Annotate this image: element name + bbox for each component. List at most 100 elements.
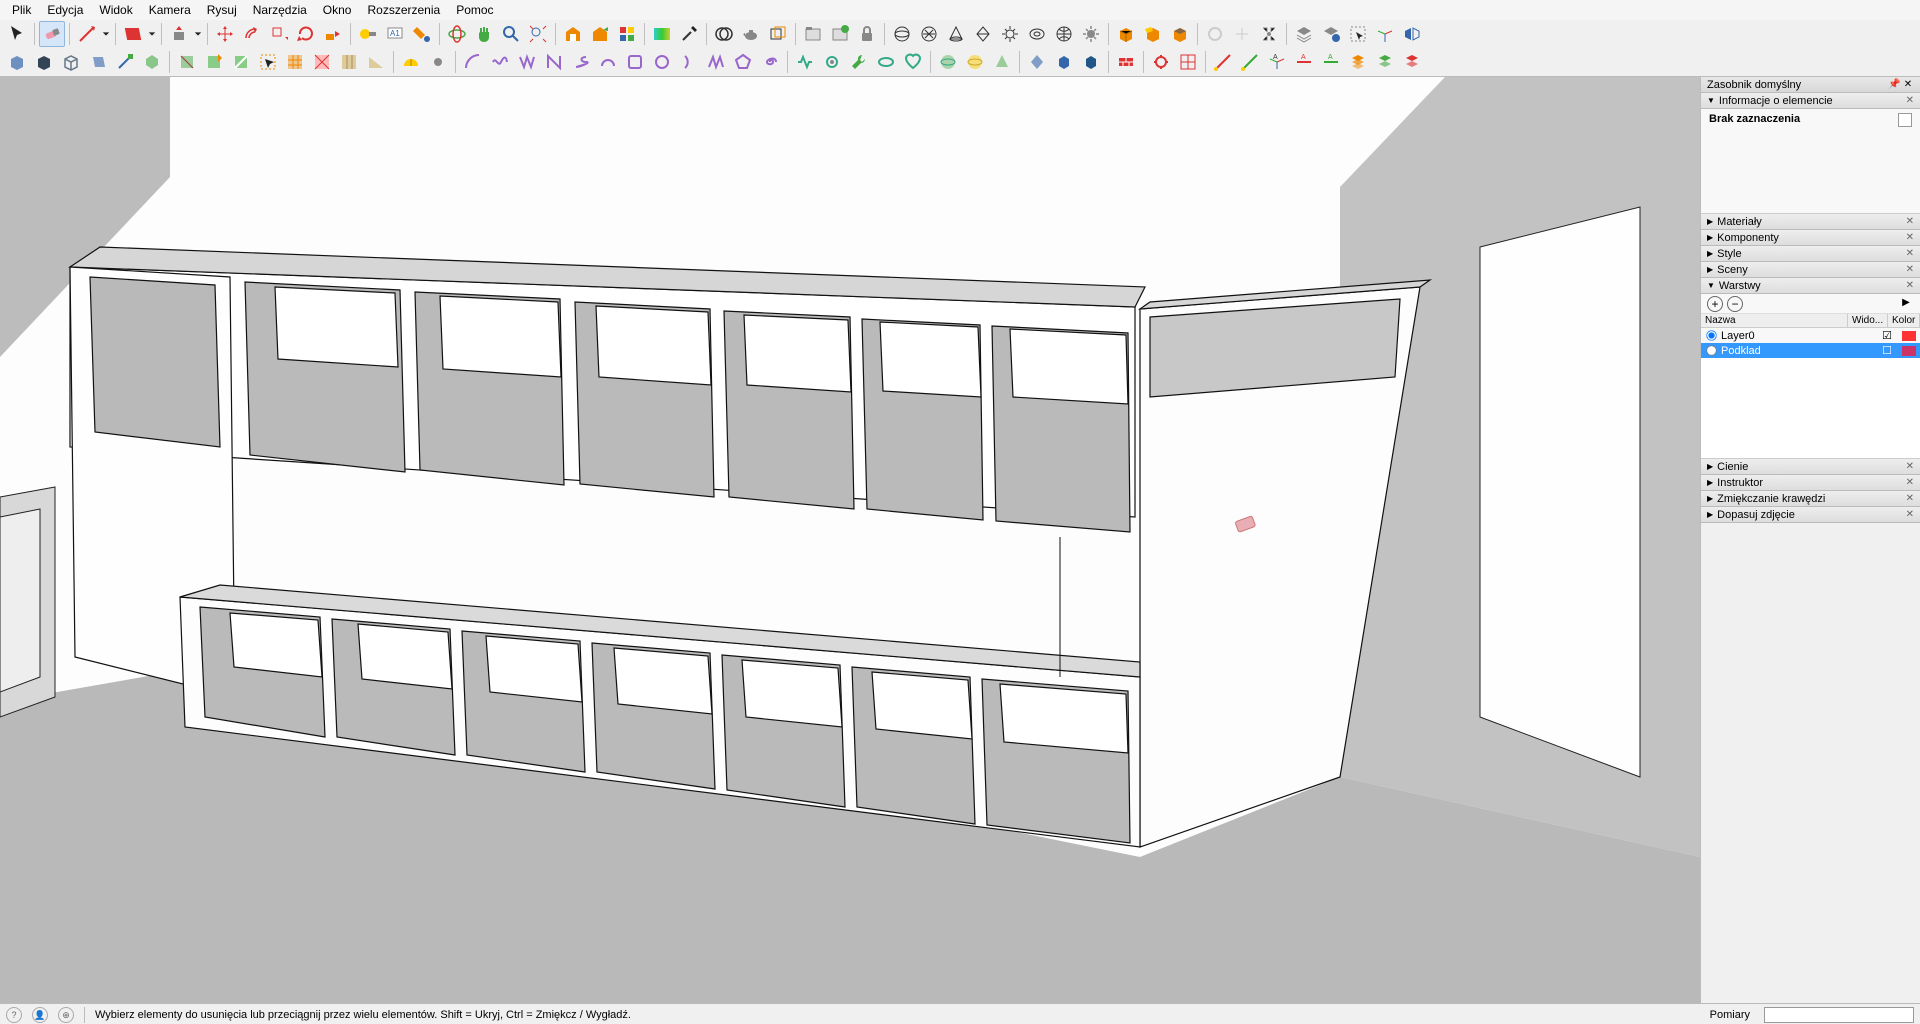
stack-red-icon[interactable] bbox=[1399, 49, 1425, 75]
layer-active-radio[interactable] bbox=[1706, 330, 1716, 340]
menu-file[interactable]: Plik bbox=[4, 1, 39, 19]
arc-right-icon[interactable] bbox=[676, 49, 702, 75]
brick-icon[interactable] bbox=[1113, 49, 1139, 75]
layer-menu-icon[interactable]: ▶ bbox=[1898, 296, 1914, 312]
panel-materials-header[interactable]: ▶Materiały✕ bbox=[1701, 214, 1920, 230]
edge-highlight-icon[interactable] bbox=[112, 49, 138, 75]
geo-icon[interactable]: ⊕ bbox=[58, 1007, 74, 1023]
arc-purple-icon[interactable] bbox=[460, 49, 486, 75]
circle-hatch-icon[interactable] bbox=[916, 21, 942, 47]
extension-warehouse-icon[interactable] bbox=[614, 21, 640, 47]
wave-icon[interactable] bbox=[487, 49, 513, 75]
menu-view[interactable]: Widok bbox=[91, 1, 140, 19]
layer-row-0[interactable]: Layer0 ☑ bbox=[1701, 328, 1920, 343]
stack-green-icon[interactable] bbox=[1372, 49, 1398, 75]
move-gray-icon[interactable] bbox=[1229, 21, 1255, 47]
layers-col-visible[interactable]: Wido... bbox=[1848, 314, 1888, 327]
panel-close-icon[interactable]: ✕ bbox=[1906, 216, 1914, 227]
axis-red-icon[interactable] bbox=[1210, 49, 1236, 75]
select-tool[interactable] bbox=[4, 21, 30, 47]
slope-icon[interactable] bbox=[363, 49, 389, 75]
viewport-3d[interactable] bbox=[0, 77, 1700, 1003]
panel-close-icon[interactable]: ✕ bbox=[1906, 493, 1914, 504]
panel-instructor-header[interactable]: ▶Instruktor✕ bbox=[1701, 475, 1920, 491]
quad-split-icon[interactable] bbox=[201, 49, 227, 75]
select-dashed-icon[interactable] bbox=[1345, 21, 1371, 47]
tray-pin-icon[interactable]: 📌 bbox=[1888, 79, 1900, 91]
zoom-extents-tool[interactable] bbox=[525, 21, 551, 47]
move-tool[interactable] bbox=[212, 21, 238, 47]
curve-s-icon[interactable] bbox=[568, 49, 594, 75]
scene-add-icon[interactable] bbox=[827, 21, 853, 47]
panel-entity-info-header[interactable]: ▼ Informacje o elemencie ✕ bbox=[1701, 93, 1920, 109]
lock-icon[interactable] bbox=[854, 21, 880, 47]
wrench-icon[interactable] bbox=[846, 49, 872, 75]
panel-close-icon[interactable]: ✕ bbox=[1906, 280, 1914, 291]
pentagon-icon[interactable] bbox=[730, 49, 756, 75]
panel-close-icon[interactable]: ✕ bbox=[1906, 95, 1914, 106]
axis-red2-icon[interactable]: A bbox=[1291, 49, 1317, 75]
sphere-wire-icon[interactable] bbox=[889, 21, 915, 47]
offset-tool[interactable] bbox=[239, 21, 265, 47]
panel-close-icon[interactable]: ✕ bbox=[1906, 461, 1914, 472]
cone-green-icon[interactable] bbox=[989, 49, 1015, 75]
box-open-icon[interactable] bbox=[1140, 21, 1166, 47]
zigzag-n-icon[interactable] bbox=[541, 49, 567, 75]
cube-hollow-icon[interactable] bbox=[58, 49, 84, 75]
layer-row-1[interactable]: Podklad ☐ bbox=[1701, 343, 1920, 358]
pushpull-tool[interactable] bbox=[166, 21, 192, 47]
eraser-tool[interactable] bbox=[39, 21, 65, 47]
cube-dark-icon[interactable] bbox=[31, 49, 57, 75]
zigzag-down-icon[interactable] bbox=[514, 49, 540, 75]
panel-close-icon[interactable]: ✕ bbox=[1906, 248, 1914, 259]
box-closed-icon[interactable] bbox=[1167, 21, 1193, 47]
measurements-input[interactable] bbox=[1764, 1007, 1914, 1023]
panel-close-icon[interactable]: ✕ bbox=[1906, 477, 1914, 488]
menu-extensions[interactable]: Rozszerzenia bbox=[359, 1, 448, 19]
text-tool[interactable]: A1 bbox=[382, 21, 408, 47]
menu-help[interactable]: Pomoc bbox=[448, 1, 501, 19]
layer-visible-checkbox[interactable]: ☐ bbox=[1872, 344, 1902, 357]
layer-remove-icon[interactable]: − bbox=[1727, 296, 1743, 312]
diamond-wire-icon[interactable] bbox=[970, 21, 996, 47]
mesh-orange-icon[interactable] bbox=[282, 49, 308, 75]
diamond-blue-icon[interactable] bbox=[1024, 49, 1050, 75]
mesh-tan-icon[interactable] bbox=[336, 49, 362, 75]
pulse-icon[interactable] bbox=[792, 49, 818, 75]
panel-scenes-header[interactable]: ▶Sceny✕ bbox=[1701, 262, 1920, 278]
layer-color-swatch[interactable] bbox=[1902, 331, 1916, 341]
menu-camera[interactable]: Kamera bbox=[141, 1, 199, 19]
shape-dropdown-icon[interactable] bbox=[147, 21, 157, 47]
eyedropper-icon[interactable] bbox=[676, 21, 702, 47]
panel-matchphoto-header[interactable]: ▶Dopasuj zdjęcie✕ bbox=[1701, 507, 1920, 523]
layer-active-radio[interactable] bbox=[1706, 345, 1716, 355]
axis-green-icon[interactable] bbox=[1237, 49, 1263, 75]
person-icon[interactable]: 👤 bbox=[32, 1007, 48, 1023]
panel-close-icon[interactable]: ✕ bbox=[1906, 232, 1914, 243]
orbit-tool[interactable] bbox=[444, 21, 470, 47]
warehouse-share-icon[interactable] bbox=[587, 21, 613, 47]
solid-union-icon[interactable] bbox=[711, 21, 737, 47]
red-gear-icon[interactable] bbox=[1148, 49, 1174, 75]
entity-info-box-icon[interactable] bbox=[1898, 113, 1912, 127]
menu-draw[interactable]: Rysuj bbox=[199, 1, 245, 19]
layers-col-color[interactable]: Kolor bbox=[1888, 314, 1920, 327]
panel-soften-header[interactable]: ▶Zmiękczanie krawędzi✕ bbox=[1701, 491, 1920, 507]
parallelogram-icon[interactable] bbox=[85, 49, 111, 75]
heart-icon[interactable] bbox=[900, 49, 926, 75]
paint-tool[interactable] bbox=[409, 21, 435, 47]
layer-visible-checkbox[interactable]: ☑ bbox=[1872, 329, 1902, 342]
panel-close-icon[interactable]: ✕ bbox=[1906, 264, 1914, 275]
solid-split-icon[interactable] bbox=[765, 21, 791, 47]
axes-icon[interactable] bbox=[1372, 21, 1398, 47]
rotate-tool[interactable] bbox=[293, 21, 319, 47]
select-box-icon[interactable] bbox=[255, 49, 281, 75]
mirror-icon[interactable] bbox=[1399, 21, 1425, 47]
panel-close-icon[interactable]: ✕ bbox=[1906, 509, 1914, 520]
sun-icon[interactable] bbox=[997, 21, 1023, 47]
red-grid-icon[interactable] bbox=[1175, 49, 1201, 75]
circle-gray-icon[interactable] bbox=[1202, 21, 1228, 47]
ellipse-icon[interactable] bbox=[873, 49, 899, 75]
line-tool[interactable] bbox=[74, 21, 100, 47]
tray-close-icon[interactable]: ✕ bbox=[1902, 79, 1914, 91]
